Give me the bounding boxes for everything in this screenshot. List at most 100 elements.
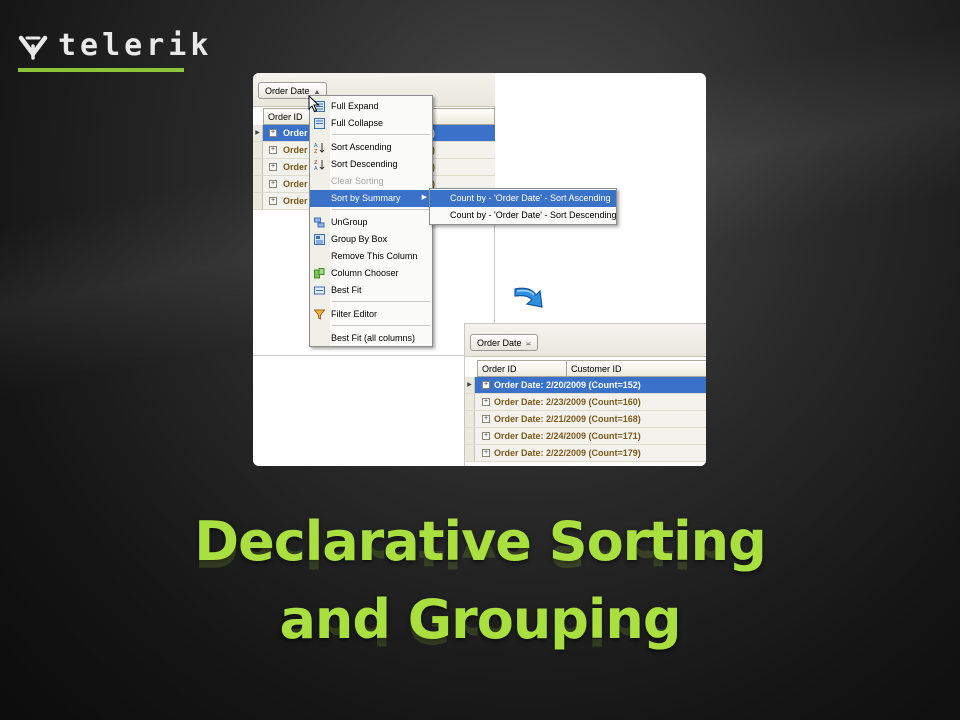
menu-item-label: Full Expand xyxy=(331,101,379,111)
row-text: Order Date: 2/23/2009 (Count=160) xyxy=(494,397,641,407)
menu-item-remove-this-column[interactable]: Remove This Column xyxy=(310,248,432,265)
context-menu: Full Expand Full Collapse AZ Sort Ascend… xyxy=(309,95,433,347)
menu-item-best-fit[interactable]: Best Fit xyxy=(310,282,432,299)
submenu-item-count-descending[interactable]: Count by - 'Order Date' - Sort Descendin… xyxy=(430,207,617,224)
filter-icon xyxy=(314,309,325,320)
reflection-text: and Grouping xyxy=(279,623,680,653)
transition-arrow-icon xyxy=(514,287,543,308)
menu-item-ungroup[interactable]: UnGroup xyxy=(310,214,432,231)
submenu-item-label: Count by - 'Order Date' - Sort Ascending xyxy=(450,193,611,203)
menu-separator xyxy=(332,325,430,326)
row-indicator xyxy=(465,428,475,444)
table-row[interactable]: + Order Date: 2/21/2009 (Count=168) xyxy=(465,411,706,428)
expand-icon[interactable]: + xyxy=(482,432,490,440)
menu-item-best-fit-all-columns[interactable]: Best Fit (all columns) xyxy=(310,330,432,347)
expand-icon[interactable]: + xyxy=(482,398,490,406)
reflection-text: Declarative Sorting xyxy=(194,546,765,576)
menu-item-label: Best Fit xyxy=(331,285,362,295)
sort-summary-icon: ≍ xyxy=(525,341,532,348)
row-indicator xyxy=(253,176,263,192)
menu-item-column-chooser[interactable]: Column Chooser xyxy=(310,265,432,282)
column-chooser-icon xyxy=(314,268,325,279)
row-indicator xyxy=(465,411,475,427)
column-header-customer-id[interactable]: Customer ID xyxy=(566,360,706,377)
collapse-all-icon xyxy=(314,118,325,129)
sort-descending-icon: ZA xyxy=(314,160,325,170)
row-indicator xyxy=(253,193,263,209)
row-indicator-icon: ▶ xyxy=(253,125,263,141)
menu-separator xyxy=(332,301,430,302)
expand-icon[interactable]: + xyxy=(482,415,490,423)
row-text: Order Date: 2/20/2009 (Count=152) xyxy=(494,380,641,390)
menu-item-sort-descending[interactable]: ZA Sort Descending xyxy=(310,156,432,173)
column-header-label: Customer ID xyxy=(571,364,622,374)
menu-item-group-by-box[interactable]: Group By Box xyxy=(310,231,432,248)
menu-item-sort-by-summary[interactable]: Sort by Summary ▶ xyxy=(310,190,432,207)
mouse-cursor-icon xyxy=(308,95,320,113)
slide-title-line1-reflection: Declarative Sorting xyxy=(0,546,960,576)
group-by-box-icon xyxy=(314,234,325,245)
row-text: Order Date: 2/22/2009 (Count=179) xyxy=(494,448,641,458)
row-text: Order xyxy=(283,196,308,206)
table-row[interactable]: + Order Date: 2/23/2009 (Count=160) xyxy=(465,394,706,411)
menu-item-label: Best Fit (all columns) xyxy=(331,333,416,343)
menu-item-label: Sort Descending xyxy=(331,159,398,169)
menu-item-label: UnGroup xyxy=(331,217,368,227)
table-row[interactable]: ▶ + Order Date: 2/20/2009 (Count=152) xyxy=(465,377,706,394)
submenu-item-count-ascending[interactable]: Count by - 'Order Date' - Sort Ascending xyxy=(430,190,616,207)
menu-item-sort-ascending[interactable]: AZ Sort Ascending xyxy=(310,139,432,156)
row-text: Order xyxy=(283,162,308,172)
screenshot-panel: Order Date▲ Order ID ▶ + Order 2) + Orde… xyxy=(253,73,706,466)
expand-icon[interactable]: + xyxy=(269,197,277,205)
expand-icon[interactable]: + xyxy=(269,129,277,137)
expand-icon[interactable]: + xyxy=(269,163,277,171)
grid-after: Order Date ≍ Order ID Customer ID ▶ + Ord… xyxy=(464,323,706,466)
row-text: Order Date: 2/21/2009 (Count=168) xyxy=(494,414,641,424)
submenu-arrow-icon: ▶ xyxy=(421,194,427,201)
expand-icon[interactable]: + xyxy=(482,381,490,389)
menu-item-label: Filter Editor xyxy=(331,309,378,319)
row-indicator-icon: ▶ xyxy=(465,377,475,393)
table-row[interactable]: + Order Date: 2/22/2009 (Count=179) xyxy=(465,445,706,462)
menu-item-label: Full Collapse xyxy=(331,118,384,128)
menu-item-label: Clear Sorting xyxy=(331,176,384,186)
group-chip-label: Order Date xyxy=(477,338,522,348)
expand-icon[interactable]: + xyxy=(269,180,277,188)
svg-text:A: A xyxy=(314,166,318,170)
menu-item-full-expand[interactable]: Full Expand xyxy=(310,98,432,115)
row-indicator xyxy=(253,142,263,158)
menu-item-filter-editor[interactable]: Filter Editor xyxy=(310,306,432,323)
sort-by-summary-submenu: Count by - 'Order Date' - Sort Ascending… xyxy=(429,188,617,225)
logo-wordmark: telerik xyxy=(58,28,213,63)
svg-text:Z: Z xyxy=(314,149,318,153)
group-panel: Order Date ≍ xyxy=(465,324,706,357)
row-text: Order xyxy=(283,128,308,138)
menu-item-full-collapse[interactable]: Full Collapse xyxy=(310,115,432,132)
expand-icon[interactable]: + xyxy=(482,449,490,457)
menu-item-label: Group By Box xyxy=(331,234,388,244)
menu-separator xyxy=(332,209,430,210)
menu-item-label: Sort by Summary xyxy=(331,193,401,203)
group-chip-label: Order Date xyxy=(265,86,310,96)
submenu-item-label: Count by - 'Order Date' - Sort Descendin… xyxy=(450,210,617,220)
slide-title-line2-reflection: and Grouping xyxy=(0,623,960,653)
column-header-order-id[interactable]: Order ID xyxy=(477,360,567,377)
sort-ascending-icon: AZ xyxy=(314,143,325,153)
row-text: Order Date: 2/24/2009 (Count=171) xyxy=(494,431,641,441)
best-fit-icon xyxy=(314,286,325,295)
group-chip-order-date[interactable]: Order Date ≍ xyxy=(470,334,539,351)
expand-icon[interactable]: + xyxy=(269,146,277,154)
ungroup-icon xyxy=(314,217,325,228)
row-indicator xyxy=(465,445,475,461)
row-indicator xyxy=(465,394,475,410)
telerik-mark-icon xyxy=(18,35,48,60)
row-indicator xyxy=(253,159,263,175)
menu-item-label: Remove This Column xyxy=(331,251,418,261)
row-text: Order xyxy=(283,179,308,189)
column-header-label: Order ID xyxy=(482,364,517,374)
logo-underline xyxy=(18,68,184,72)
row-text: Order xyxy=(283,145,308,155)
menu-item-clear-sorting[interactable]: Clear Sorting xyxy=(310,173,432,190)
table-row[interactable]: + Order Date: 2/24/2009 (Count=171) xyxy=(465,428,706,445)
menu-item-label: Column Chooser xyxy=(331,268,399,278)
